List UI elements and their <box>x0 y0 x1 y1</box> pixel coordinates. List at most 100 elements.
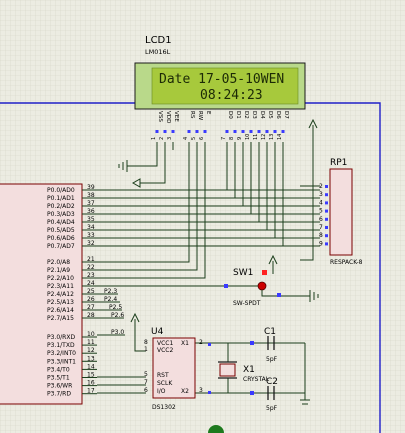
port2-pin-name: P2.7/A15 <box>47 315 74 322</box>
lcd-pin-number: 7 <box>221 137 227 140</box>
mcu-8051[interactable]: P0.0/AD0 39P0.1/AD1 38P0.2/AD2 37P0.3/AD3 36… <box>0 183 97 405</box>
lcd-pin-name: E <box>205 111 211 115</box>
port3-pin-name: P3.3/INT1 <box>47 358 76 365</box>
lcd-pin-marker <box>187 130 191 133</box>
lcd-pin-marker <box>155 130 159 133</box>
u4-pin-marker <box>208 391 211 394</box>
lcd-pin-name: D6 <box>275 111 281 119</box>
lcd-pin-name: VSS <box>157 111 163 122</box>
lcd-pin-number: 3 <box>167 137 173 140</box>
lcd-pin-number: 2 <box>159 137 165 140</box>
rp1-pin-marker <box>325 226 328 229</box>
port2-pin-name: P2.4/A12 <box>47 291 74 298</box>
lcd-pin-marker <box>195 130 199 133</box>
lcd-ref: LCD1 <box>145 35 172 46</box>
rp1-part: RESPACK-8 <box>330 259 363 266</box>
lcd-pin-number: 6 <box>199 137 205 140</box>
u4-part: DS1302 <box>152 404 176 411</box>
rp1-pin-number: 3 <box>319 191 323 198</box>
port3-pin-name: P3.5/T1 <box>47 375 70 382</box>
net-label: P2.6 <box>111 312 124 319</box>
lcd-pin-name: D4 <box>259 111 265 119</box>
c1-ref: C1 <box>264 327 276 337</box>
port0-pin-name: P0.6/AD6 <box>47 235 75 242</box>
u4-pin-number: 1 <box>144 346 148 353</box>
port2-pin-name: P2.2/A10 <box>47 275 74 282</box>
port2-pin-name: P2.3/A11 <box>47 283 74 290</box>
net-label: P2.4 <box>104 296 117 303</box>
rp1-pin-marker <box>325 193 328 197</box>
lcd-pin-number: 1 <box>151 137 157 140</box>
port0-pin-name: P0.7/AD7 <box>47 243 75 250</box>
c2-value: 5pF <box>266 405 278 412</box>
u4-pin-name: X1 <box>181 340 189 347</box>
port0-pin-name: P0.1/AD1 <box>47 195 75 202</box>
rp1-pin-marker <box>325 201 328 205</box>
lcd-pin-number: 14 <box>277 134 283 140</box>
sw1-part: SW-SPDT <box>233 300 261 307</box>
lcd-pin-marker <box>273 130 277 133</box>
rp1-pin-number: 4 <box>319 199 323 206</box>
sw1-marker-right <box>277 293 281 297</box>
lcd-pin-number: 12 <box>261 134 267 140</box>
lcd-pin-marker <box>241 130 245 133</box>
rp1-pin-number: 7 <box>319 224 323 231</box>
u4-ref: U4 <box>151 327 164 337</box>
port3-pin-name: P3.7/RD <box>47 391 71 398</box>
rp1-pin-marker <box>325 209 328 213</box>
lcd-pin-name: RW <box>197 111 203 121</box>
u4-pin-name: RST <box>157 372 169 379</box>
schematic: LCD1 LM016L Date 17-05-10WEN 08:24:23 VS… <box>0 0 405 433</box>
port3-pin-name: P3.1/TXD <box>47 342 75 349</box>
c2-marker <box>250 391 254 395</box>
rp1-body <box>329 168 353 256</box>
rp1-pin-marker <box>325 242 328 246</box>
port0-pin-name: P0.4/AD4 <box>47 219 75 226</box>
lcd-pin-name: VDD <box>165 111 171 123</box>
u4-pin-name: SCLK <box>157 380 173 387</box>
port2-pin-name: P2.1/A9 <box>47 267 70 274</box>
net-label: P2.5 <box>109 304 122 311</box>
lcd-pin-number: 10 <box>245 134 251 140</box>
lcd-pin-marker <box>257 130 261 133</box>
u4-pin-number: 2 <box>199 339 203 346</box>
lcd-pin-marker <box>171 130 175 133</box>
lcd-pin-name: RS <box>189 111 195 119</box>
u4-pin-name: VCC2 <box>157 347 173 354</box>
sw1-knob <box>257 281 267 291</box>
port3-pin-name: P3.4/T0 <box>47 366 70 373</box>
lcd-pin-marker <box>225 130 229 133</box>
lcd-pin-name: D2 <box>243 111 249 119</box>
x1-body <box>219 363 236 377</box>
u4-pin-number: 8 <box>144 339 148 346</box>
u4-pin-number: 7 <box>144 379 148 386</box>
rp1-pin-marker <box>325 234 328 238</box>
rp1-pin-number: 6 <box>319 216 323 223</box>
u4-pin-name: I/O <box>157 388 166 395</box>
lcd-pin-name: D1 <box>235 111 241 119</box>
u4-pin-number: 6 <box>144 387 148 394</box>
lcd-pin-name: D3 <box>251 111 257 119</box>
lcd-line1: Date 17-05-10WEN <box>159 72 284 87</box>
net-label: P3.0 <box>111 329 124 336</box>
lcd-pin-marker <box>203 130 207 133</box>
rp1-pin-marker <box>325 185 328 188</box>
lcd-pin-number: 5 <box>191 137 197 140</box>
lcd-pin-name: D0 <box>227 111 233 119</box>
rp1-pin-number: 8 <box>319 232 323 239</box>
net-label: P2.3 <box>104 288 117 295</box>
port2-pin-name: P2.6/A14 <box>47 307 74 314</box>
lcd-pin-marker <box>249 130 253 133</box>
lcd-pin-marker <box>281 130 285 133</box>
c1-marker <box>250 341 254 345</box>
lcd-line2: 08:24:23 <box>200 88 263 103</box>
port2-pin-name: P2.0/A8 <box>47 259 70 266</box>
lcd-part: LM016L <box>145 48 171 56</box>
rp1-pin-number: 2 <box>319 183 323 190</box>
u4-pin-name: VCC1 <box>157 340 173 347</box>
u4-pin-number: 3 <box>199 387 203 394</box>
sw1-ref: SW1 <box>233 268 253 278</box>
u4-pin-marker <box>208 343 211 346</box>
port0-pin-name: P0.3/AD3 <box>47 211 75 218</box>
rp1-ref: RP1 <box>330 158 347 168</box>
